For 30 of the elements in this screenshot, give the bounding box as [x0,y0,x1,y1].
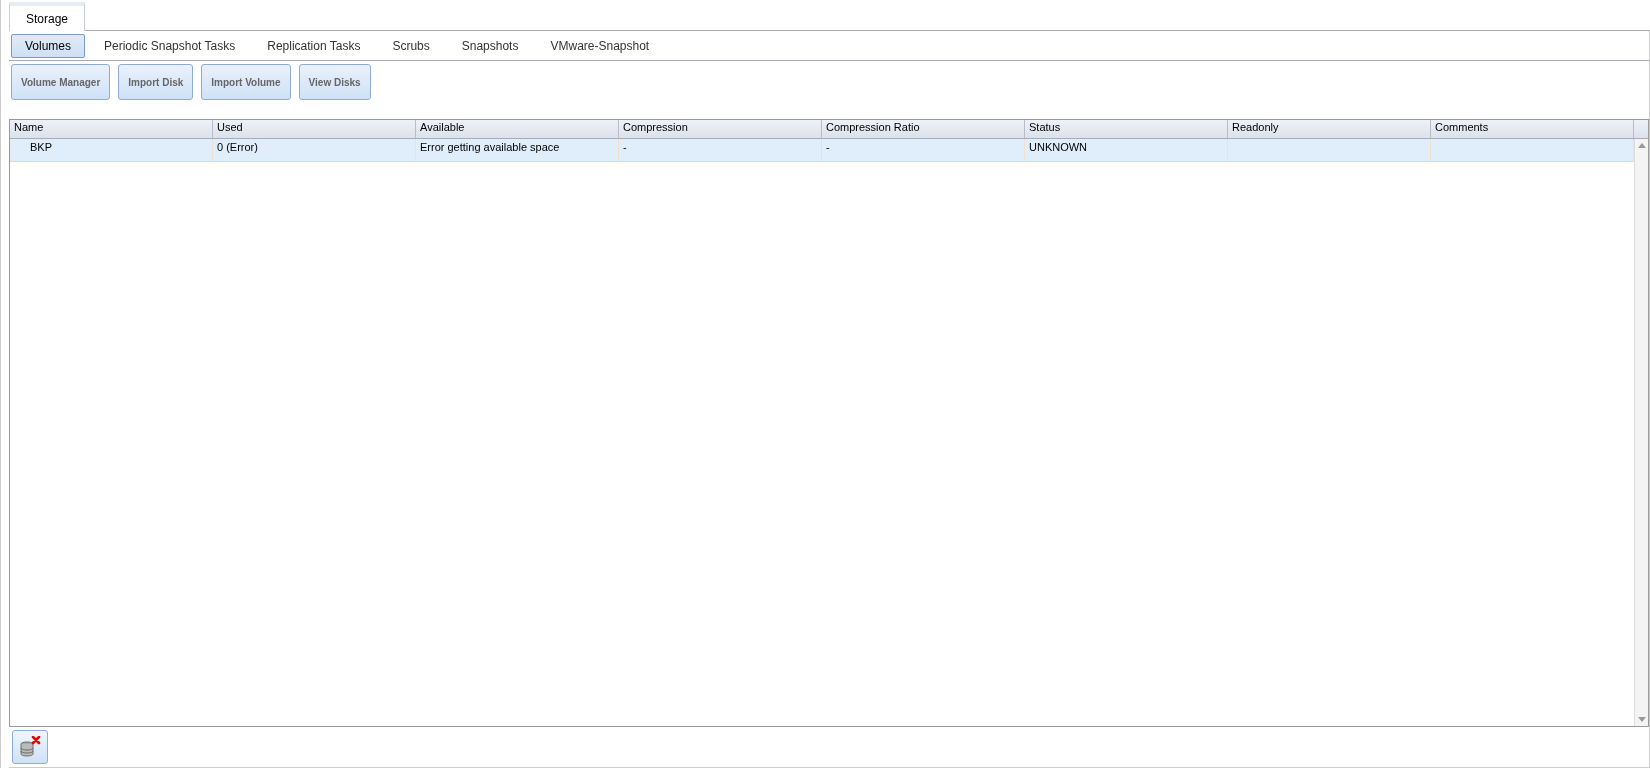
table-cell: - [619,139,822,161]
column-header[interactable]: Comments [1431,120,1634,138]
sub-tab[interactable]: VMware-Snapshot [537,34,663,57]
column-header[interactable]: Used [213,120,416,138]
scroll-up-icon[interactable] [1637,143,1646,148]
table-cell: 0 (Error) [213,139,416,161]
scroll-down-icon[interactable] [1637,717,1646,722]
table-cell: UNKNOWN [1025,139,1228,161]
toolbar-button[interactable]: View Disks [298,64,371,100]
toolbar-button[interactable]: Import Disk [118,64,194,100]
toolbar-button[interactable]: Volume Manager [11,64,111,100]
sub-tab[interactable]: Replication Tasks [254,34,374,57]
main-tab[interactable]: Storage [9,2,86,31]
table-cell: - [822,139,1025,161]
remove-volume-button[interactable] [12,730,48,764]
sub-tab[interactable]: Scrubs [379,34,443,57]
toolbar-button[interactable]: Import Volume [201,64,291,100]
sub-tab[interactable]: Snapshots [448,34,532,57]
column-header[interactable]: Readonly [1228,120,1431,138]
table-cell: BKP [10,139,213,161]
column-header[interactable]: Compression [619,120,822,138]
column-header[interactable]: Available [416,120,619,138]
table-row[interactable]: BKP 0 (Error) Error getting available space - - UNKNOWN [10,139,1634,162]
table-cell: Error getting available space [416,139,619,161]
column-header[interactable]: Compression Ratio [822,120,1025,138]
sub-tab[interactable]: Periodic Snapshot Tasks [91,34,249,57]
database-delete-icon [18,736,42,758]
column-header[interactable]: Name [10,120,213,138]
sub-tab[interactable]: Volumes [11,33,86,58]
column-header[interactable]: Status [1025,120,1228,138]
